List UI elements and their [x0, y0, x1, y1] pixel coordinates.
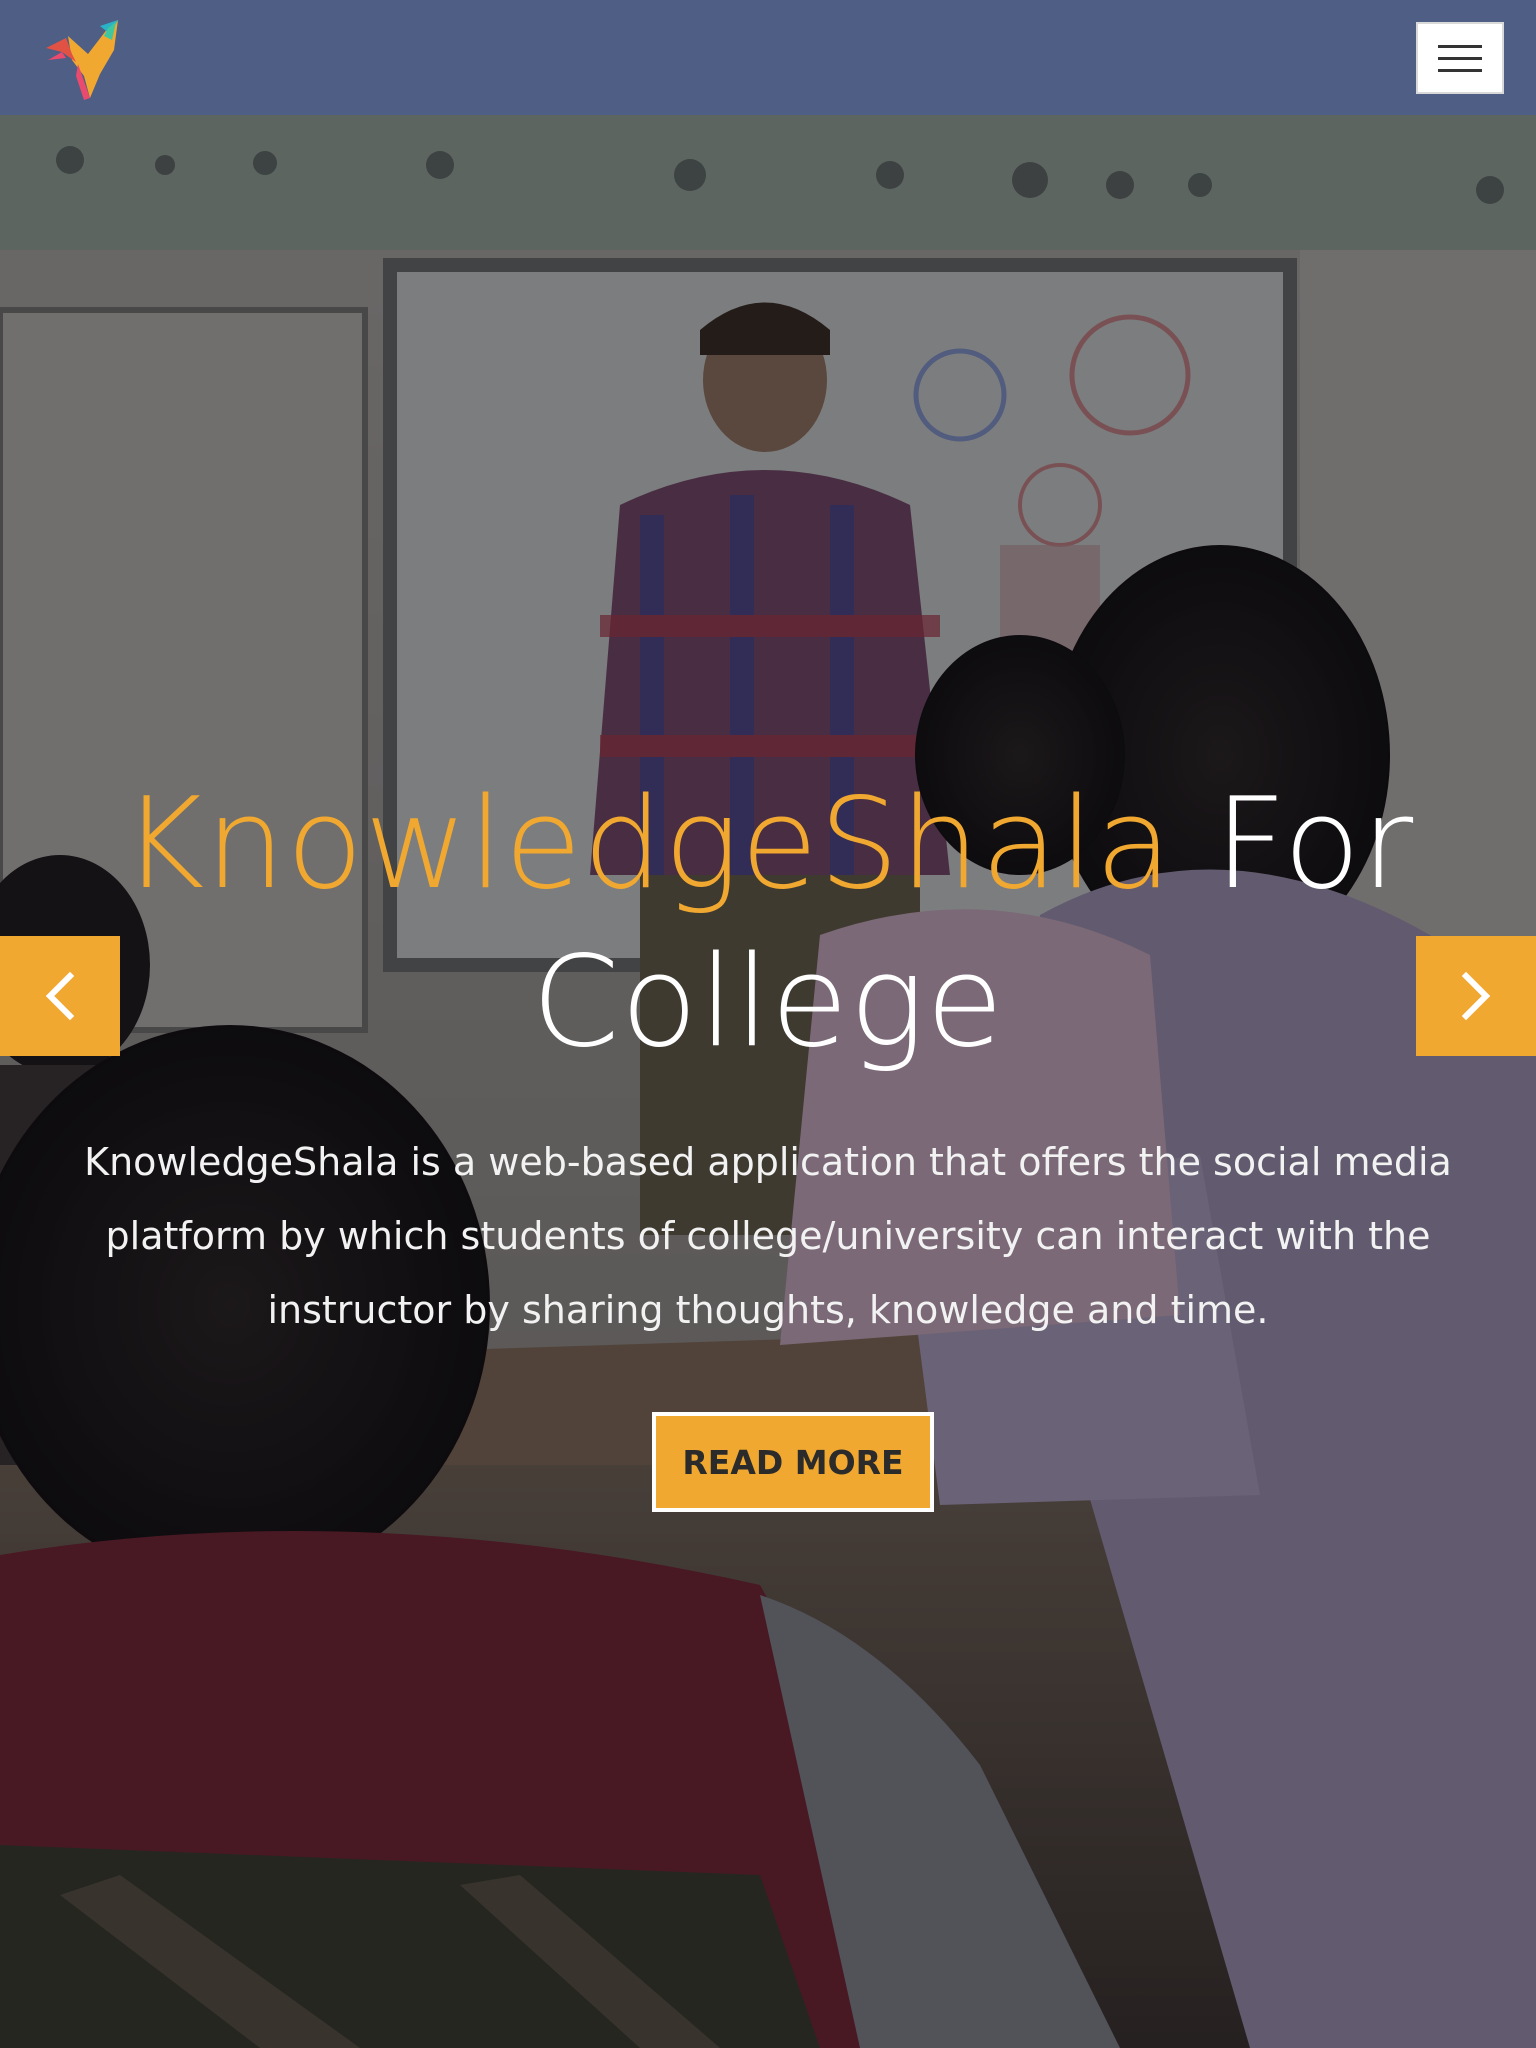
book-bird-logo-icon	[46, 20, 118, 100]
carousel-prev-button[interactable]	[0, 936, 120, 1056]
chevron-right-icon	[1461, 971, 1491, 1021]
hero-dark-overlay	[0, 115, 1536, 2048]
chevron-left-icon	[45, 971, 75, 1021]
carousel-next-button[interactable]	[1416, 936, 1536, 1056]
hero-description: KnowledgeShala is a web-based applicatio…	[84, 1140, 1452, 1332]
hero-carousel: KnowledgeShala For College KnowledgeShal…	[0, 115, 1536, 2048]
menu-toggle-button[interactable]	[1416, 22, 1504, 94]
hero-title-accent: KnowledgeShala	[121, 770, 1174, 917]
page: KnowledgeShala For College KnowledgeShal…	[0, 0, 1536, 2048]
top-navbar	[0, 0, 1536, 115]
hamburger-bar	[1438, 44, 1482, 48]
hamburger-bar	[1438, 68, 1482, 72]
site-logo[interactable]	[38, 14, 124, 102]
read-more-button[interactable]: READ MORE	[652, 1412, 934, 1512]
hamburger-bar	[1438, 56, 1482, 60]
hero-title: KnowledgeShala For College	[0, 765, 1536, 1081]
